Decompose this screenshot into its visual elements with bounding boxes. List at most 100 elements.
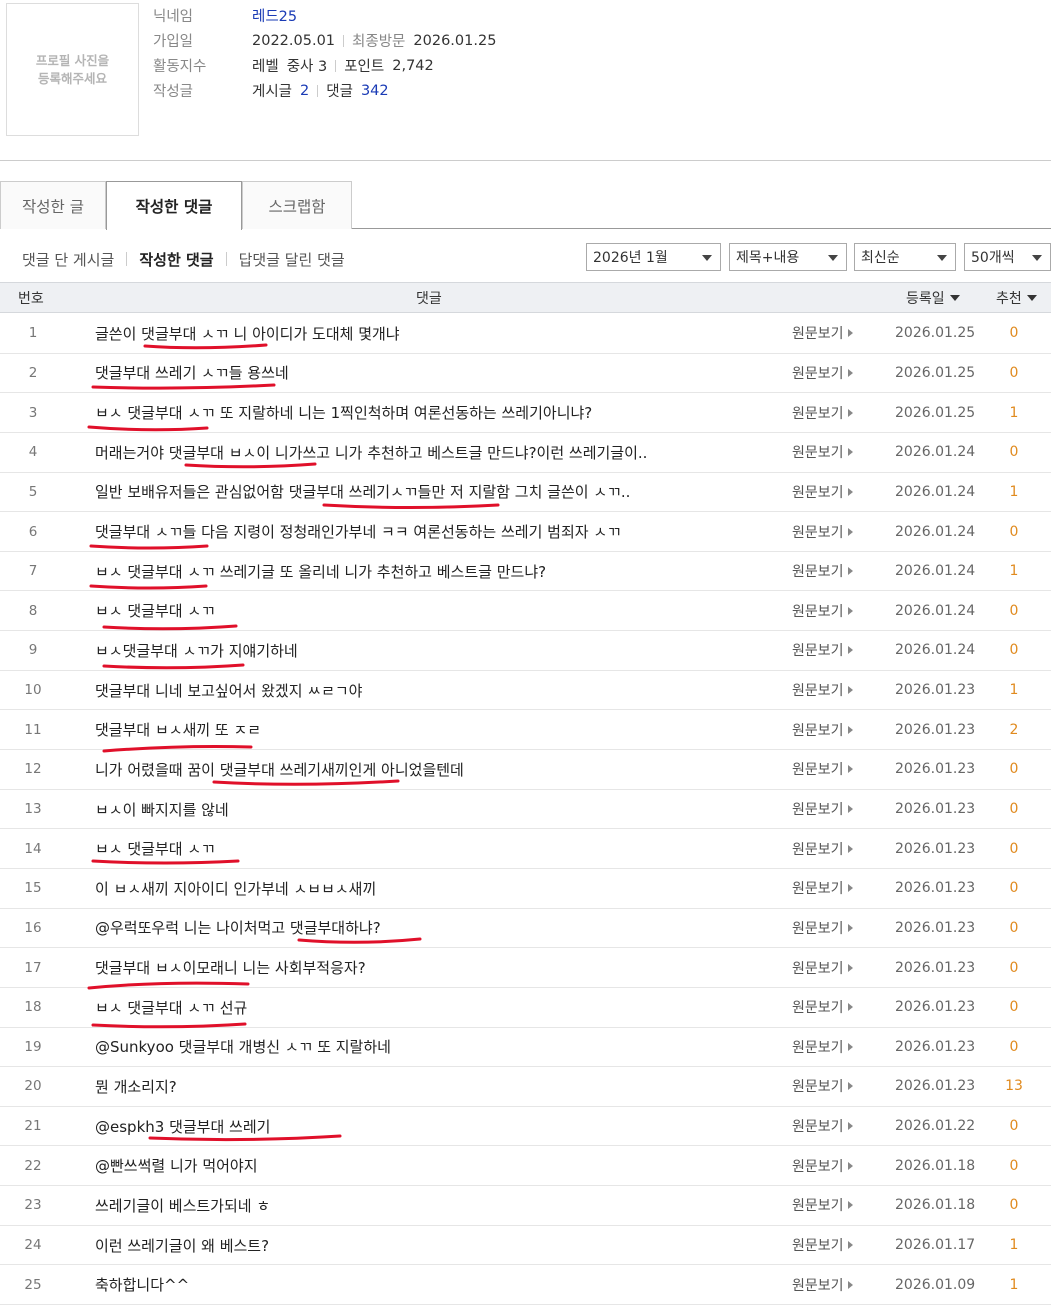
comment-text[interactable]: 댓글부대 ㅂㅅ이모래니 니는 사회부적응자? xyxy=(95,948,775,987)
view-original-link[interactable]: 원문보기 xyxy=(792,1186,853,1225)
header-date[interactable]: 등록일 xyxy=(906,283,960,312)
table-row[interactable]: 4 머래는거야 댓글부대 ㅂㅅ이 니가쓰고 니가 추천하고 베스트글 만드냐?이런… xyxy=(0,433,1051,473)
view-original-link[interactable]: 원문보기 xyxy=(792,948,853,987)
view-original-link[interactable]: 원문보기 xyxy=(792,909,853,948)
table-row[interactable]: 9 ㅂㅅ댓글부대 ㅅㄲ가 지얘기하네 원문보기 2026.01.24 0 xyxy=(0,631,1051,671)
tab-written-posts[interactable]: 작성한 글 xyxy=(0,181,106,229)
view-original-link[interactable]: 원문보기 xyxy=(792,1265,853,1304)
view-original-link[interactable]: 원문보기 xyxy=(792,393,853,432)
subtab-replied-comments[interactable]: 답댓글 달린 댓글 xyxy=(239,249,345,270)
comment-text[interactable]: ㅂㅅ이 빠지지를 않네 xyxy=(95,790,775,829)
view-original-link[interactable]: 원문보기 xyxy=(792,473,853,512)
comment-text[interactable]: @우럭또우럭 니는 나이처먹고 댓글부대하냐? xyxy=(95,909,775,948)
arrow-right-icon xyxy=(847,765,853,774)
subtab-written-comments[interactable]: 작성한 댓글 xyxy=(139,249,213,270)
arrow-right-icon xyxy=(847,844,853,853)
comment-text[interactable]: 댓글부대 ㅂㅅ새끼 또 ㅈㄹ xyxy=(95,710,775,749)
view-original-label: 원문보기 xyxy=(792,524,844,541)
comment-text[interactable]: 일반 보배유저들은 관심없어함 댓글부대 쓰레기ㅅㄲ들만 저 지랄함 그치 글쓴… xyxy=(95,473,775,512)
comment-text[interactable]: 뭔 개소리지? xyxy=(95,1067,775,1106)
comment-text[interactable]: 이런 쓰레기글이 왜 베스트? xyxy=(95,1226,775,1265)
table-row[interactable]: 14 ㅂㅅ 댓글부대 ㅅㄲ 원문보기 2026.01.23 0 xyxy=(0,829,1051,869)
comment-text[interactable]: 이 ㅂㅅ새끼 지아이디 인가부네 ㅅㅂㅂㅅ새끼 xyxy=(95,869,775,908)
table-row[interactable]: 16 @우럭또우럭 니는 나이처먹고 댓글부대하냐? 원문보기 2026.01.23 0 xyxy=(0,909,1051,949)
view-original-link[interactable]: 원문보기 xyxy=(792,750,853,789)
table-row[interactable]: 17 댓글부대 ㅂㅅ이모래니 니는 사회부적응자? 원문보기 2026.01.23 0 xyxy=(0,948,1051,988)
view-original-link[interactable]: 원문보기 xyxy=(792,552,853,591)
view-original-link[interactable]: 원문보기 xyxy=(792,1226,853,1265)
comment-text[interactable]: @Sunkyoo 댓글부대 개병신 ㅅㄲ 또 지랄하네 xyxy=(95,1028,775,1067)
view-original-link[interactable]: 원문보기 xyxy=(792,1107,853,1146)
comment-text[interactable]: ㅂㅅ 댓글부대 ㅅㄲ xyxy=(95,591,775,630)
table-row[interactable]: 6 댓글부대 ㅅㄲ들 다음 지령이 정청래인가부네 ㅋㅋ 여론선동하는 쓰레기 범… xyxy=(0,512,1051,552)
subtab-commented-posts[interactable]: 댓글 단 게시글 xyxy=(22,249,114,270)
table-row[interactable]: 24 이런 쓰레기글이 왜 베스트? 원문보기 2026.01.17 1 xyxy=(0,1226,1051,1266)
search-scope-select[interactable]: 제목+내용 xyxy=(729,243,847,271)
table-row[interactable]: 19 @Sunkyoo 댓글부대 개병신 ㅅㄲ 또 지랄하네 원문보기 2026.01… xyxy=(0,1028,1051,1068)
sort-select[interactable]: 최신순 xyxy=(854,243,956,271)
table-row[interactable]: 15 이 ㅂㅅ새끼 지아이디 인가부네 ㅅㅂㅂㅅ새끼 원문보기 2026.01.23 0 xyxy=(0,869,1051,909)
comment-text[interactable]: 니가 어렸을때 꿈이 댓글부대 쓰레기새끼인게 아니었을텐데 xyxy=(95,750,775,789)
view-original-link[interactable]: 원문보기 xyxy=(792,988,853,1027)
table-row[interactable]: 13 ㅂㅅ이 빠지지를 않네 원문보기 2026.01.23 0 xyxy=(0,790,1051,830)
tab-scrap[interactable]: 스크랩함 xyxy=(242,181,352,229)
view-original-link[interactable]: 원문보기 xyxy=(792,869,853,908)
view-original-link[interactable]: 원문보기 xyxy=(792,433,853,472)
comment-text[interactable]: @espkh3 댓글부대 쓰레기 xyxy=(95,1107,775,1146)
comment-text[interactable]: ㅂㅅ 댓글부대 ㅅㄲ 쓰레기글 또 올리네 니가 추천하고 베스트글 만드냐? xyxy=(95,552,775,591)
view-original-link[interactable]: 원문보기 xyxy=(792,354,853,393)
view-original-label: 원문보기 xyxy=(792,1277,844,1294)
comment-text[interactable]: 댓글부대 니네 보고싶어서 왔겠지 ㅆㄹㄱ야 xyxy=(95,671,775,710)
comment-date: 2026.01.25 xyxy=(895,404,976,421)
view-original-link[interactable]: 원문보기 xyxy=(792,1028,853,1067)
view-original-link[interactable]: 원문보기 xyxy=(792,512,853,551)
comment-count[interactable]: 342 xyxy=(361,83,389,99)
table-row[interactable]: 25 축하합니다^^ 원문보기 2026.01.09 1 xyxy=(0,1265,1051,1306)
table-row[interactable]: 20 뭔 개소리지? 원문보기 2026.01.23 13 xyxy=(0,1067,1051,1107)
comment-text[interactable]: 쓰레기글이 베스트가되네 ㅎ xyxy=(95,1186,775,1225)
table-row[interactable]: 23 쓰레기글이 베스트가되네 ㅎ 원문보기 2026.01.18 0 xyxy=(0,1186,1051,1226)
table-row[interactable]: 21 @espkh3 댓글부대 쓰레기 원문보기 2026.01.22 0 xyxy=(0,1107,1051,1147)
table-row[interactable]: 1 글쓴이 댓글부대 ㅅㄲ 니 아이디가 도대체 몇개냐 원문보기 2026.01.2… xyxy=(0,314,1051,354)
table-row[interactable]: 18 ㅂㅅ 댓글부대 ㅅㄲ 선규 원문보기 2026.01.23 0 xyxy=(0,988,1051,1028)
view-original-link[interactable]: 원문보기 xyxy=(792,671,853,710)
table-row[interactable]: 2 댓글부대 쓰레기 ㅅㄲ들 용쓰네 원문보기 2026.01.25 0 xyxy=(0,354,1051,394)
join-row: 가입일 2022.05.01 최종방문 2026.01.25 xyxy=(153,28,496,53)
view-original-link[interactable]: 원문보기 xyxy=(792,790,853,829)
comment-date: 2026.01.23 xyxy=(895,761,976,778)
month-select[interactable]: 2026년 1월 xyxy=(586,243,721,271)
comment-date: 2026.01.18 xyxy=(895,1197,976,1214)
comment-text[interactable]: 댓글부대 ㅅㄲ들 다음 지령이 정청래인가부네 ㅋㅋ 여론선동하는 쓰레기 범죄… xyxy=(95,512,775,551)
view-original-link[interactable]: 원문보기 xyxy=(792,631,853,670)
table-row[interactable]: 11 댓글부대 ㅂㅅ새끼 또 ㅈㄹ 원문보기 2026.01.23 2 xyxy=(0,710,1051,751)
table-row[interactable]: 3 ㅂㅅ 댓글부대 ㅅㄲ 또 지랄하네 니는 1찍인척하며 여론선동하는 쓰레기아… xyxy=(0,393,1051,433)
comment-text[interactable]: ㅂㅅ 댓글부대 ㅅㄲ 또 지랄하네 니는 1찍인척하며 여론선동하는 쓰레기아니… xyxy=(95,393,775,432)
view-original-link[interactable]: 원문보기 xyxy=(792,1067,853,1106)
header-recommend[interactable]: 추천 xyxy=(996,283,1037,312)
view-original-link[interactable]: 원문보기 xyxy=(792,314,853,353)
table-row[interactable]: 7 ㅂㅅ 댓글부대 ㅅㄲ 쓰레기글 또 올리네 니가 추천하고 베스트글 만드냐?… xyxy=(0,552,1051,592)
table-row[interactable]: 5 일반 보배유저들은 관심없어함 댓글부대 쓰레기ㅅㄲ들만 저 지랄함 그치 글… xyxy=(0,473,1051,513)
view-original-link[interactable]: 원문보기 xyxy=(792,710,853,749)
comment-text[interactable]: ㅂㅅ 댓글부대 ㅅㄲ xyxy=(95,829,775,868)
page-size-select[interactable]: 50개씩 xyxy=(964,243,1051,271)
comment-text[interactable]: 댓글부대 쓰레기 ㅅㄲ들 용쓰네 xyxy=(95,354,775,393)
comment-text[interactable]: 글쓴이 댓글부대 ㅅㄲ 니 아이디가 도대체 몇개냐 xyxy=(95,314,775,353)
arrow-right-icon xyxy=(847,686,853,695)
comment-text[interactable]: ㅂㅅ댓글부대 ㅅㄲ가 지얘기하네 xyxy=(95,631,775,670)
nickname-value: 레드25 xyxy=(252,9,298,25)
comment-date: 2026.01.24 xyxy=(895,642,976,659)
view-original-link[interactable]: 원문보기 xyxy=(792,591,853,630)
comment-text[interactable]: @빤쓰썩렬 니가 먹어야지 xyxy=(95,1146,775,1185)
table-row[interactable]: 8 ㅂㅅ 댓글부대 ㅅㄲ 원문보기 2026.01.24 0 xyxy=(0,591,1051,632)
table-row[interactable]: 22 @빤쓰썩렬 니가 먹어야지 원문보기 2026.01.18 0 xyxy=(0,1146,1051,1187)
post-count[interactable]: 2 xyxy=(300,83,309,99)
comment-text[interactable]: 축하합니다^^ xyxy=(95,1265,775,1304)
view-original-link[interactable]: 원문보기 xyxy=(792,829,853,868)
table-row[interactable]: 10 댓글부대 니네 보고싶어서 왔겠지 ㅆㄹㄱ야 원문보기 2026.01.23 1 xyxy=(0,671,1051,711)
comment-text[interactable]: 머래는거야 댓글부대 ㅂㅅ이 니가쓰고 니가 추천하고 베스트글 만드냐?이런 … xyxy=(95,433,775,472)
comment-text[interactable]: ㅂㅅ 댓글부대 ㅅㄲ 선규 xyxy=(95,988,775,1027)
table-row[interactable]: 12 니가 어렸을때 꿈이 댓글부대 쓰레기새끼인게 아니었을텐데 원문보기 2026… xyxy=(0,750,1051,790)
view-original-link[interactable]: 원문보기 xyxy=(792,1146,853,1185)
tab-written-comments[interactable]: 작성한 댓글 xyxy=(106,181,242,230)
